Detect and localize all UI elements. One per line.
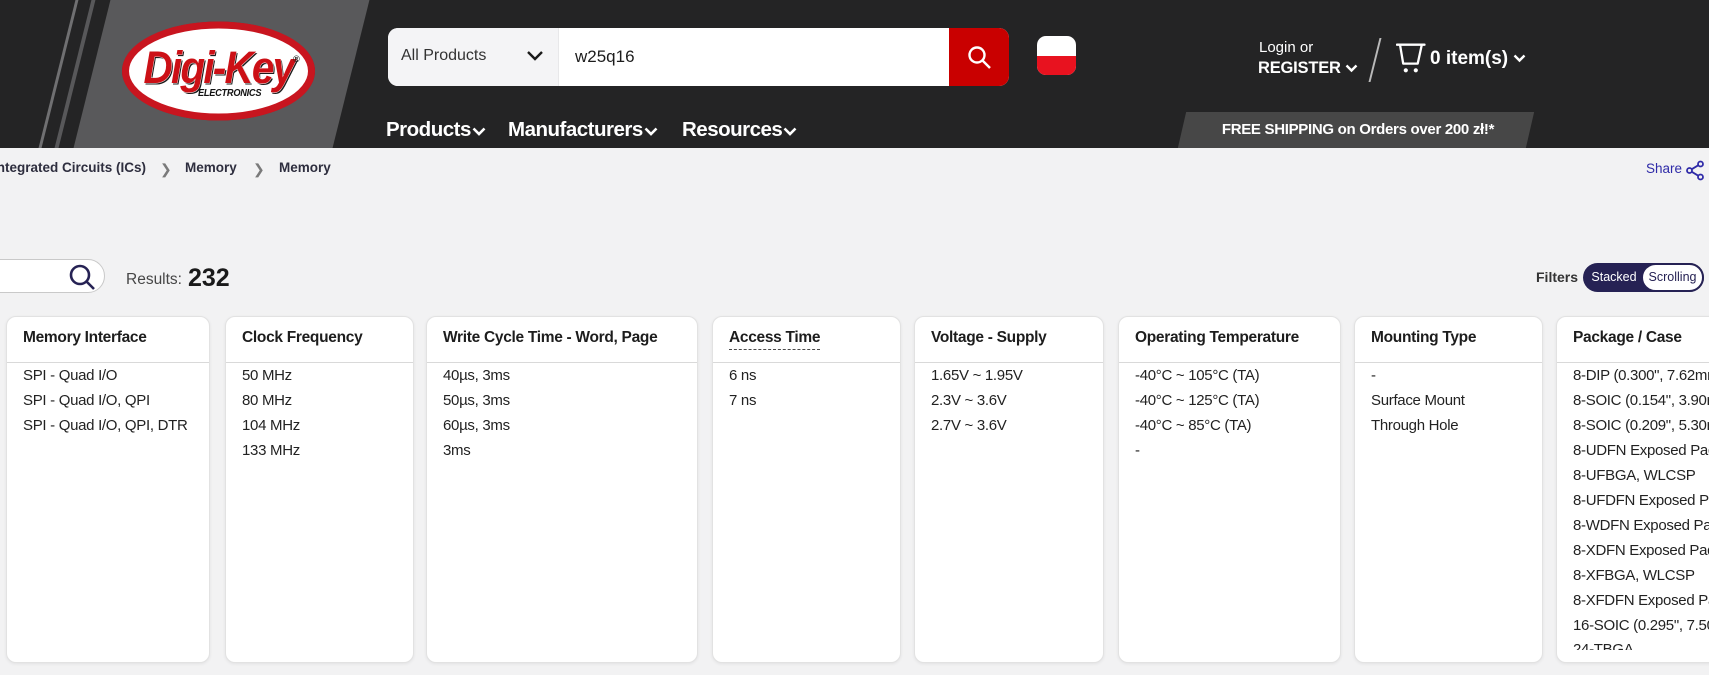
svg-text:®: ®: [293, 54, 300, 64]
svg-text:ELECTRONICS: ELECTRONICS: [198, 88, 262, 100]
svg-text:Digi-Key: Digi-Key: [144, 43, 298, 93]
